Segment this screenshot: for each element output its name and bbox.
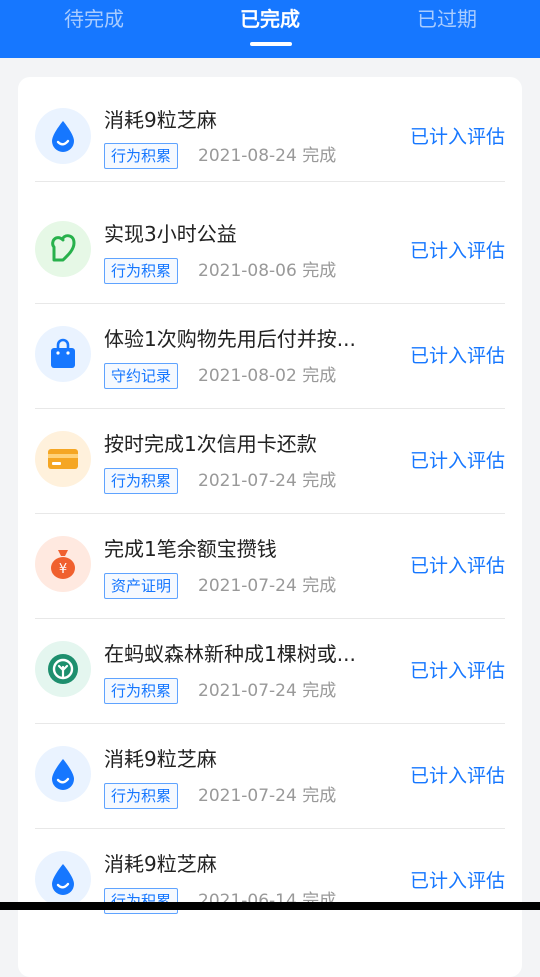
task-status[interactable]: 已计入评估 <box>410 553 505 579</box>
task-title: 按时完成1次信用卡还款 <box>104 432 317 456</box>
task-tag: 行为积累 <box>104 258 179 284</box>
task-status[interactable]: 已计入评估 <box>410 343 505 369</box>
system-nav-bar <box>0 902 540 910</box>
task-date: 2021-08-24 完成 <box>198 146 337 166</box>
task-item[interactable]: 按时完成1次信用卡还款 行为积累 2021-07-24 完成 已计入评估 <box>18 409 522 514</box>
task-status[interactable]: 已计入评估 <box>410 763 505 789</box>
tab-completed[interactable]: 已完成 <box>210 0 330 38</box>
active-tab-indicator <box>250 42 292 46</box>
task-tag: 守约记录 <box>104 363 179 389</box>
task-date: 2021-07-24 完成 <box>198 576 337 596</box>
task-status[interactable]: 已计入评估 <box>410 658 505 684</box>
task-item[interactable]: 消耗9粒芝麻 行为积累 2021-07-24 完成 已计入评估 <box>18 724 522 829</box>
task-tag: 行为积累 <box>104 783 179 809</box>
task-date: 2021-08-02 完成 <box>198 366 337 386</box>
tab-expired[interactable]: 已过期 <box>387 0 507 38</box>
task-title: 完成1笔余额宝攒钱 <box>104 537 277 561</box>
task-date: 2021-08-06 完成 <box>198 261 337 281</box>
task-status[interactable]: 已计入评估 <box>410 448 505 474</box>
sesame-drop-icon <box>35 851 91 907</box>
credit-card-icon <box>35 431 91 487</box>
task-title: 体验1次购物先用后付并按... <box>104 327 356 351</box>
task-list-card: 消耗9粒芝麻 行为积累 2021-08-24 完成 已计入评估 实现3小时公益 … <box>18 77 522 977</box>
task-tag: 行为积累 <box>104 143 179 169</box>
sesame-drop-icon <box>35 746 91 802</box>
shopping-bag-icon <box>35 326 91 382</box>
forest-tree-icon <box>35 641 91 697</box>
task-tag: 行为积累 <box>104 678 179 704</box>
task-item[interactable]: 消耗9粒芝麻 行为积累 2021-06-14 完成 已计入评估 <box>18 829 522 934</box>
task-item[interactable]: 实现3小时公益 行为积累 2021-08-06 完成 已计入评估 <box>18 199 522 304</box>
task-tag: 资产证明 <box>104 573 179 599</box>
money-bag-icon: ¥ <box>35 536 91 592</box>
task-title: 在蚂蚁森林新种成1棵树或... <box>104 642 356 666</box>
task-title: 实现3小时公益 <box>104 222 237 246</box>
task-item[interactable]: ¥ 完成1笔余额宝攒钱 资产证明 2021-07-24 完成 已计入评估 <box>18 514 522 619</box>
tab-bar: 待完成 已完成 已过期 <box>0 0 540 58</box>
task-date: 2021-07-24 完成 <box>198 681 337 701</box>
tab-pending[interactable]: 待完成 <box>34 0 154 38</box>
task-title: 消耗9粒芝麻 <box>104 852 217 876</box>
task-item[interactable]: 体验1次购物先用后付并按... 守约记录 2021-08-02 完成 已计入评估 <box>18 304 522 409</box>
task-date: 2021-07-24 完成 <box>198 471 337 491</box>
task-title: 消耗9粒芝麻 <box>104 108 217 132</box>
sesame-drop-icon <box>35 108 91 164</box>
task-title: 消耗9粒芝麻 <box>104 747 217 771</box>
task-status[interactable]: 已计入评估 <box>410 124 505 150</box>
task-item[interactable]: 在蚂蚁森林新种成1棵树或... 行为积累 2021-07-24 完成 已计入评估 <box>18 619 522 724</box>
task-tag: 行为积累 <box>104 468 179 494</box>
charity-heart-icon <box>35 221 91 277</box>
task-item[interactable]: 消耗9粒芝麻 行为积累 2021-08-24 完成 已计入评估 <box>18 77 522 182</box>
svg-text:¥: ¥ <box>59 562 67 577</box>
task-status[interactable]: 已计入评估 <box>410 238 505 264</box>
task-date: 2021-07-24 完成 <box>198 786 337 806</box>
task-status[interactable]: 已计入评估 <box>410 868 505 894</box>
task-date: 2021-06-14 完成 <box>198 891 337 911</box>
task-tag: 行为积累 <box>104 888 179 914</box>
divider <box>35 181 505 182</box>
